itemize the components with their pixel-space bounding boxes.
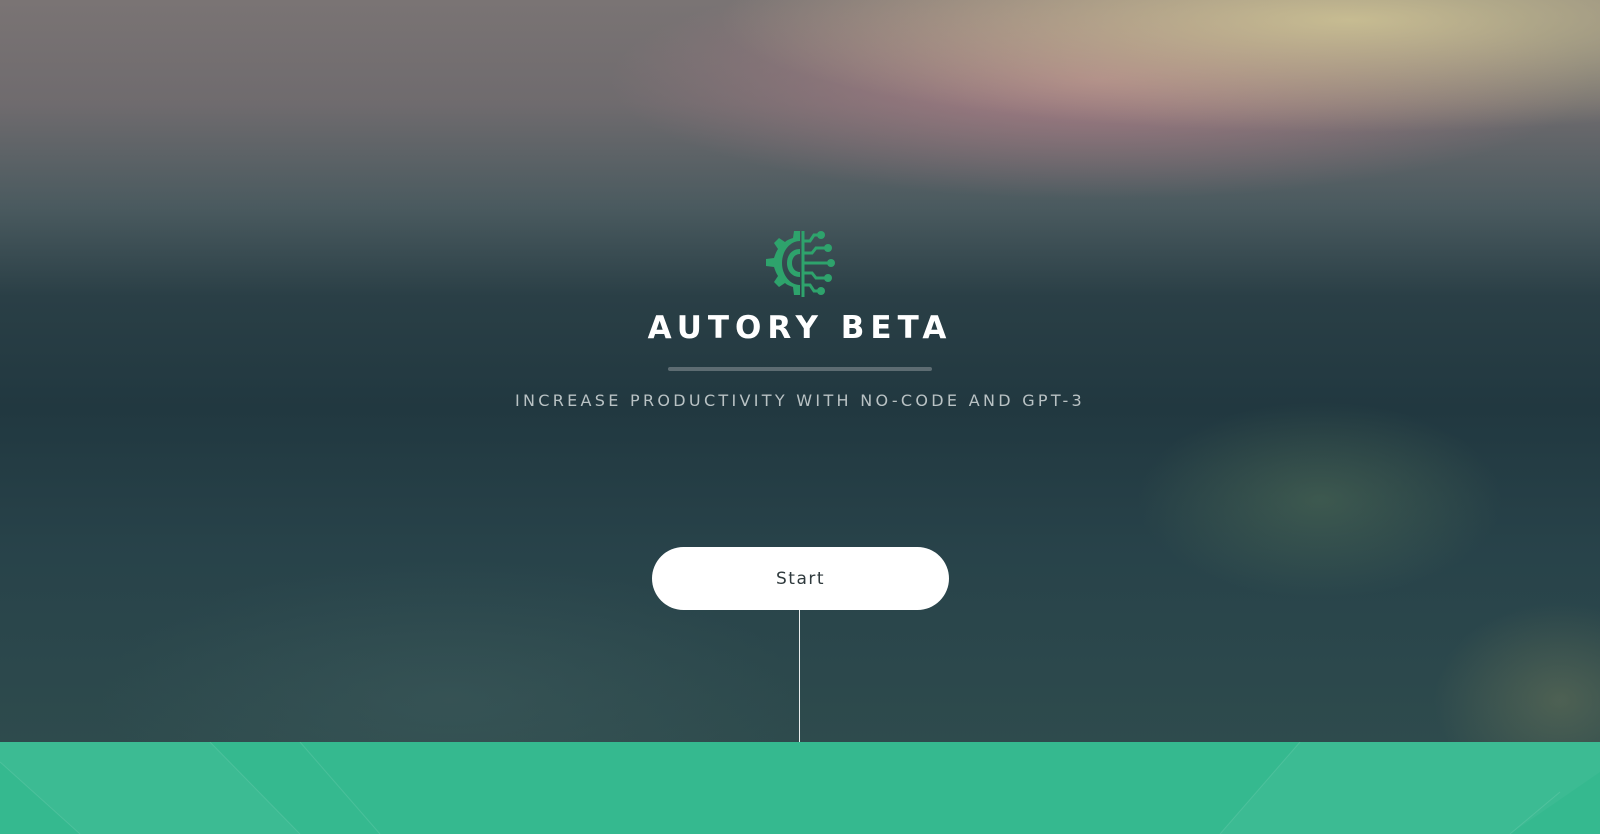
hero-subtitle: INCREASE PRODUCTIVITY WITH NO-CODE AND G… (514, 391, 1086, 410)
title-divider (668, 367, 932, 371)
start-button[interactable]: Start (652, 547, 949, 610)
band-pattern (0, 742, 1600, 834)
gear-circuit-icon (766, 231, 835, 297)
page-title: AUTORY BETA (647, 310, 953, 346)
hero-section: AUTORY BETA INCREASE PRODUCTIVITY WITH N… (0, 0, 1600, 742)
scroll-indicator-line (799, 610, 800, 742)
bottom-accent-band (0, 742, 1600, 834)
